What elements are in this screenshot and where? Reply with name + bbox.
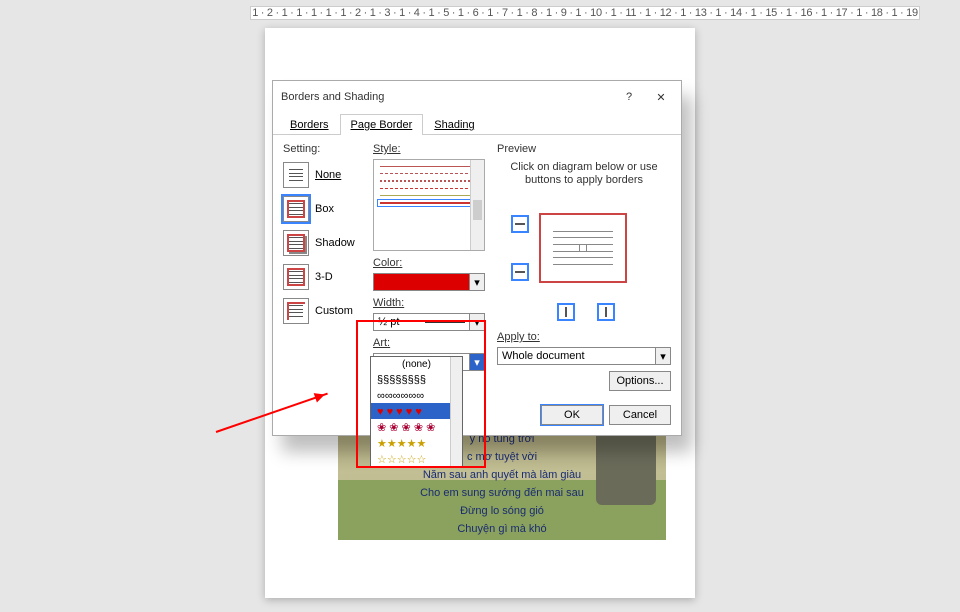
style-label: Style:: [373, 143, 485, 155]
setting-label: Setting:: [283, 143, 361, 155]
svg-text:❀ ❀ ❀ ❀ ❀: ❀ ❀ ❀ ❀ ❀: [377, 422, 435, 434]
setting-box[interactable]: Box: [283, 193, 361, 225]
horizontal-ruler: 1 · 2 · 1 · 1 · 1 · 1 · 1 · 2 · 1 · 3 · …: [250, 6, 920, 20]
setting-none[interactable]: None: [283, 159, 361, 191]
apply-to-select[interactable]: Whole document ▾: [497, 347, 671, 365]
color-swatch: [373, 273, 470, 291]
help-button[interactable]: ?: [617, 87, 641, 107]
svg-text:§§§§§§§§: §§§§§§§§: [377, 374, 426, 385]
chevron-down-icon[interactable]: ▾: [470, 353, 485, 371]
svg-text:☆☆☆☆☆: ☆☆☆☆☆: [377, 454, 426, 466]
cancel-button[interactable]: Cancel: [609, 405, 671, 425]
setting-custom[interactable]: Custom: [283, 295, 361, 327]
preview-hint: Click on diagram below or use buttons to…: [497, 159, 671, 195]
color-label: Color:: [373, 257, 485, 269]
border-right-button[interactable]: [597, 303, 615, 321]
setting-3d[interactable]: 3-D: [283, 261, 361, 293]
apply-to-label: Apply to:: [497, 331, 671, 343]
art-option-swirls[interactable]: §§§§§§§§: [371, 371, 462, 387]
tab-shading[interactable]: Shading: [423, 114, 485, 135]
art-dropdown-list[interactable]: (none) §§§§§§§§ ∞∞∞∞∞∞ ♥ ♥ ♥ ♥ ♥ ❀ ❀ ❀ ❀…: [370, 356, 463, 468]
art-option-hearts[interactable]: ♥ ♥ ♥ ♥ ♥: [371, 403, 462, 419]
art-option-stars-gold[interactable]: ★★★★★: [371, 435, 462, 451]
borders-shading-dialog: Borders and Shading ? ✕ Borders Page Bor…: [272, 80, 682, 436]
color-select[interactable]: ▾: [373, 273, 485, 291]
tab-page-border[interactable]: Page Border: [340, 114, 424, 135]
options-button[interactable]: Options...: [609, 371, 671, 391]
art-option-none[interactable]: (none): [371, 357, 462, 371]
dialog-titlebar[interactable]: Borders and Shading ? ✕: [273, 81, 681, 113]
border-bottom-button[interactable]: [511, 263, 529, 281]
svg-text:♥ ♥ ♥ ♥ ♥: ♥ ♥ ♥ ♥ ♥: [377, 406, 422, 418]
border-top-button[interactable]: [511, 215, 529, 233]
border-left-button[interactable]: [557, 303, 575, 321]
width-select[interactable]: ½ pt ▾: [373, 313, 485, 331]
width-label: Width:: [373, 297, 485, 309]
ok-button[interactable]: OK: [541, 405, 603, 425]
style-list[interactable]: [373, 159, 485, 251]
close-button[interactable]: ✕: [649, 87, 673, 107]
art-option-stars-outline[interactable]: ☆☆☆☆☆: [371, 451, 462, 467]
svg-text:∞∞∞∞∞∞: ∞∞∞∞∞∞: [377, 390, 424, 401]
art-option-roses[interactable]: ❀ ❀ ❀ ❀ ❀: [371, 419, 462, 435]
tab-borders[interactable]: Borders: [279, 114, 340, 135]
chevron-down-icon[interactable]: ▾: [470, 313, 485, 331]
style-scrollbar[interactable]: [470, 160, 484, 250]
art-label: Art:: [373, 337, 485, 349]
dialog-title: Borders and Shading: [281, 91, 384, 103]
preview-page[interactable]: [539, 213, 627, 283]
preview-diagram[interactable]: [497, 195, 671, 325]
svg-text:★★★★★: ★★★★★: [377, 438, 426, 450]
preview-label: Preview: [497, 143, 671, 155]
chevron-down-icon[interactable]: ▾: [470, 273, 485, 291]
dialog-tabs: Borders Page Border Shading: [273, 113, 681, 135]
setting-shadow[interactable]: Shadow: [283, 227, 361, 259]
art-option-ornate[interactable]: ∞∞∞∞∞∞: [371, 387, 462, 403]
art-scrollbar[interactable]: [450, 357, 462, 467]
chevron-down-icon[interactable]: ▾: [656, 347, 671, 365]
